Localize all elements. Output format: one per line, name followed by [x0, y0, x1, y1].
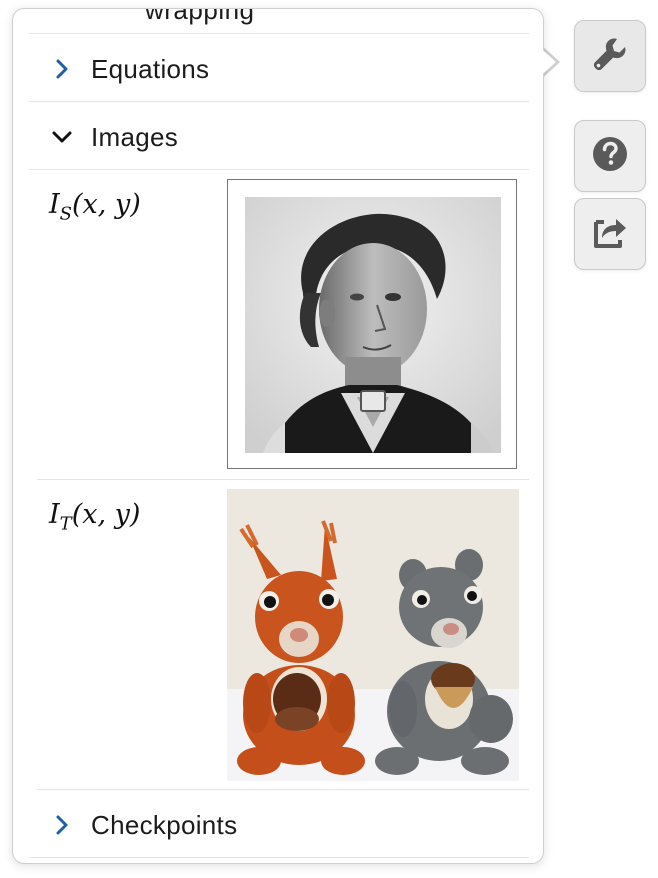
settings-button[interactable] [574, 20, 646, 92]
clipped-row-label: wrapping [145, 8, 255, 25]
divider [29, 33, 529, 34]
chevron-down-icon [47, 122, 77, 152]
divider [37, 479, 529, 480]
section-checkpoints-label: Checkpoints [91, 809, 238, 840]
help-icon [590, 134, 630, 179]
section-equations-label: Equations [91, 53, 210, 84]
help-button[interactable] [574, 120, 646, 192]
divider [29, 857, 529, 858]
image-source-label: IS(x, y) [49, 189, 141, 225]
settings-panel: wrapping Equations Images IS(x, y) IT(x,… [12, 8, 544, 864]
share-button[interactable] [574, 198, 646, 270]
image-target-label: IT(x, y) [49, 499, 141, 535]
section-equations[interactable]: Equations [29, 36, 529, 102]
clipped-row: wrapping [27, 8, 527, 25]
divider [29, 101, 529, 102]
share-icon [590, 212, 630, 257]
chevron-right-icon [47, 54, 77, 84]
section-checkpoints[interactable]: Checkpoints [29, 792, 529, 858]
section-images-label: Images [91, 121, 179, 152]
squirrels-image[interactable] [227, 489, 519, 781]
wrench-icon [590, 34, 630, 79]
divider [29, 169, 529, 170]
section-images[interactable]: Images [29, 104, 529, 170]
divider [37, 789, 529, 790]
source-image-frame[interactable] [227, 179, 517, 469]
portrait-image [245, 197, 501, 453]
chevron-right-icon [47, 810, 77, 840]
